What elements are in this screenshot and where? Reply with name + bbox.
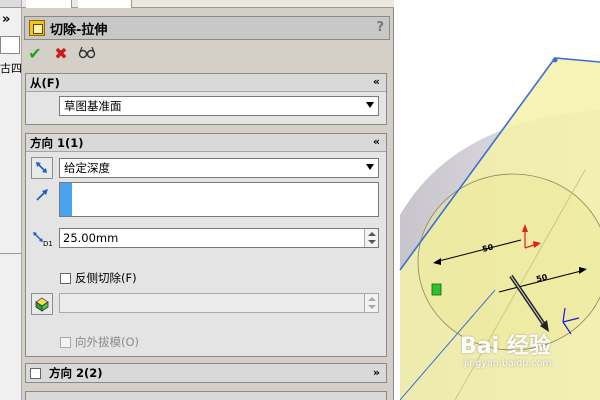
action-bar: ✔ ✖ [26, 42, 96, 64]
manager-tab-1[interactable] [26, 0, 72, 8]
from-group: 从(F) « 草图基准面 [25, 73, 387, 125]
flip-side-cut-checkbox[interactable]: 反侧切除(F) [60, 270, 137, 286]
depth-icon: D1 [32, 228, 52, 248]
next-group-header[interactable] [25, 391, 387, 400]
start-condition-value: 草图基准面 [64, 99, 122, 113]
dropdown-arrow-icon [366, 164, 374, 170]
previous-panel-divider [0, 253, 21, 254]
draft-angle-input [59, 293, 379, 313]
draft-outward-label: 向外拔模(O) [75, 335, 140, 349]
end-condition-select[interactable]: 给定深度 [59, 158, 379, 178]
draft-icon [35, 297, 49, 312]
feature-title: 切除-拉伸 [50, 22, 108, 38]
depth-spinner[interactable] [364, 229, 378, 247]
cancel-button[interactable]: ✖ [52, 44, 70, 63]
feature-titlebar: 切除-拉伸 ? [24, 16, 390, 40]
direction1-group-header[interactable]: 方向 1(1) « [26, 134, 386, 152]
watermark: Bai 经验 jingyan.baidu.com [460, 328, 552, 369]
draft-outward-checkbox: 向外拔模(O) [60, 334, 139, 350]
expand-chevron-icon[interactable]: » [2, 12, 10, 27]
dropdown-arrow-icon [366, 102, 374, 108]
draft-toggle-button[interactable] [31, 293, 53, 315]
reverse-direction-button[interactable] [31, 157, 53, 179]
property-manager: 切除-拉伸 ? ✔ ✖ 从(F) « 草图基准面 方向 1(1) « 给定深度 … [22, 0, 394, 400]
manager-tab-2[interactable] [78, 0, 132, 8]
start-condition-select[interactable]: 草图基准面 [59, 96, 379, 116]
selection-indicator [60, 183, 72, 216]
help-button[interactable]: ? [376, 20, 384, 35]
watermark-url: jingyan.baidu.com [464, 358, 552, 369]
previous-panel-field [0, 36, 20, 54]
expand-icon[interactable]: » [373, 366, 380, 379]
reverse-direction-icon [36, 162, 47, 173]
previous-panel-strip: » 古四 [0, 0, 22, 400]
drag-handle[interactable] [431, 283, 442, 296]
previous-panel-tab [0, 0, 21, 8]
from-group-header[interactable]: 从(F) « [26, 74, 386, 92]
draft-angle-spinner [364, 294, 378, 312]
cut-extrude-icon [29, 20, 45, 36]
direction-vector-icon [32, 185, 52, 205]
direction2-checkbox[interactable] [30, 367, 41, 379]
svg-text:D1: D1 [43, 240, 52, 247]
flip-side-cut-label: 反侧切除(F) [75, 271, 137, 285]
glasses-icon [78, 46, 96, 59]
sketch-circle[interactable] [417, 173, 600, 351]
from-group-title: 从(F) [30, 75, 60, 90]
checkbox-square [60, 336, 71, 348]
direction1-group-title: 方向 1(1) [30, 135, 84, 150]
plane-vertex [552, 57, 558, 63]
direction1-group: 方向 1(1) « 给定深度 D1 25.00mm 反侧切除(F) 向外拔模(O… [25, 133, 387, 357]
depth-value: 25.00mm [63, 231, 119, 245]
collapse-icon[interactable]: « [373, 75, 380, 88]
previous-panel-text: 古四 [0, 62, 22, 75]
depth-input[interactable]: 25.00mm [59, 228, 379, 248]
checkbox-square[interactable] [60, 272, 71, 284]
watermark-brand: Bai 经验 [460, 334, 551, 359]
end-condition-value: 给定深度 [64, 161, 110, 175]
direction2-group-title: 方向 2(2) [49, 366, 103, 380]
direction-reference-list[interactable] [59, 182, 379, 217]
preview-glasses-icon[interactable] [78, 44, 96, 62]
ok-button[interactable]: ✔ [26, 44, 44, 63]
direction2-group-header[interactable]: 方向 2(2) » [25, 363, 387, 383]
manager-tabs [22, 0, 394, 8]
collapse-icon[interactable]: « [373, 135, 380, 148]
